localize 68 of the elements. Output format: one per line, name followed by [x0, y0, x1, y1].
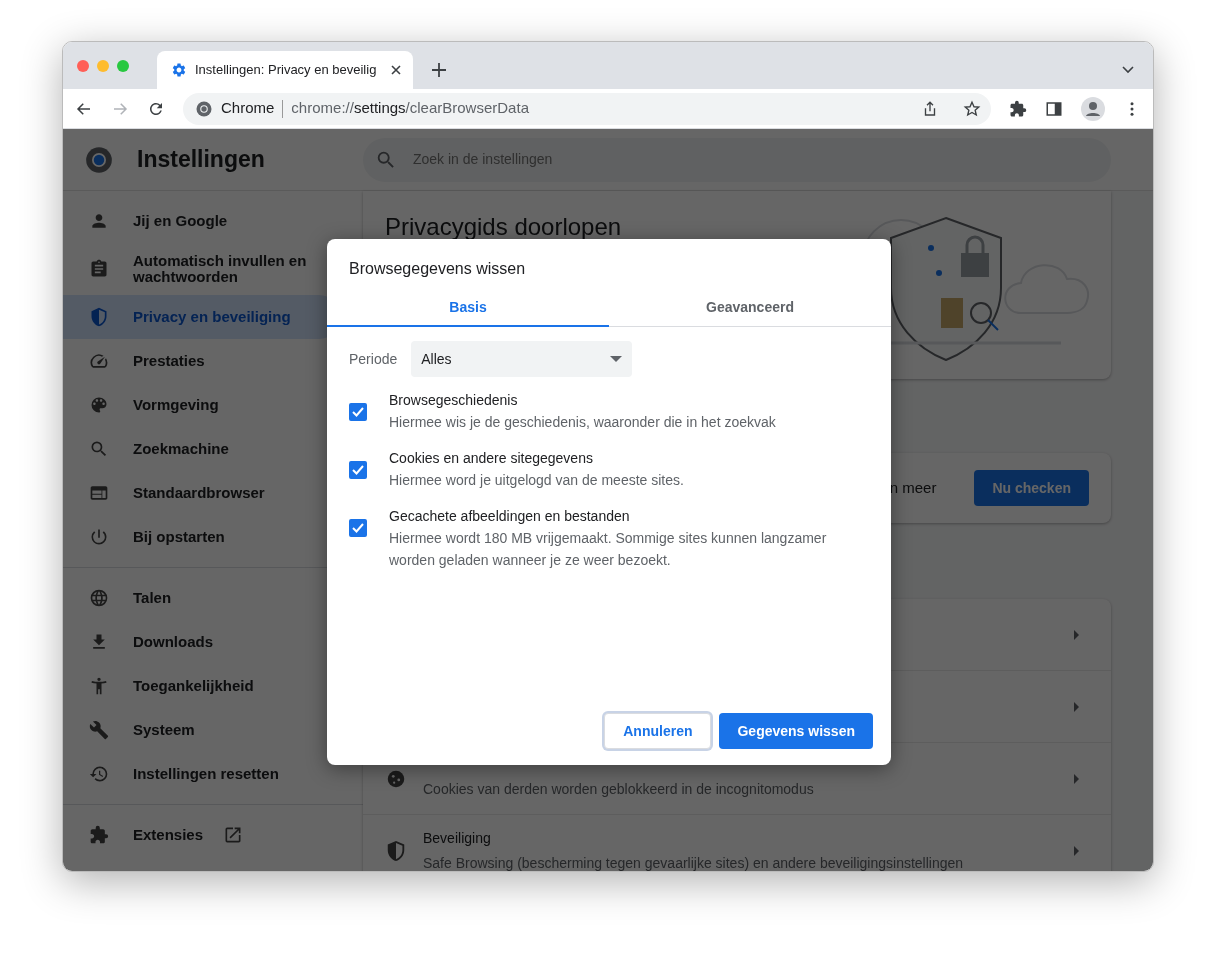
option-title: Cookies en andere sitegegevens: [389, 449, 594, 468]
row-title: Beveiliging: [423, 828, 492, 848]
caret-right-icon: [1071, 844, 1081, 857]
palette-icon: [89, 395, 109, 415]
period-label: Periode: [349, 349, 398, 369]
clear-data-button[interactable]: Gegevens wissen: [719, 713, 873, 749]
browser-window-icon: [89, 483, 109, 503]
check-now-button[interactable]: Nu checken: [974, 470, 1089, 506]
option-description: Hiermee wordt 180 MB vrijgemaakt. Sommige sites kunnen langzamer worden geladen wanneer je ze weer bezoekt.: [389, 529, 828, 570]
shield-icon: [385, 839, 407, 862]
puzzle-icon[interactable]: [1009, 99, 1027, 118]
option-description: Hiermee wis je de geschiedenis, waaronder die in het zoekvak: [389, 413, 776, 432]
star-icon[interactable]: [963, 99, 981, 118]
wrench-icon: [89, 720, 109, 740]
sidebar-item[interactable]: Downloads: [63, 620, 341, 664]
chrome-logo-icon: [85, 145, 113, 174]
sidebar-item[interactable]: Prestaties: [63, 339, 341, 383]
checkbox[interactable]: [349, 461, 367, 479]
caret-right-icon: [1071, 772, 1081, 785]
option-description: Hiermee word je uitgelogd van de meeste sites.: [389, 471, 684, 490]
close-icon[interactable]: [389, 63, 403, 77]
sidebar-item[interactable]: Standaardbrowser: [63, 471, 341, 515]
history-icon: [89, 764, 109, 784]
chrome-logo-icon: [195, 99, 213, 118]
sidebar-item[interactable]: Extensies: [63, 813, 341, 857]
sidebar-item[interactable]: Systeem: [63, 708, 341, 752]
period-dropdown[interactable]: Alles: [411, 341, 633, 377]
address-bar[interactable]: Chrome chrome://settings/clearBrowserData: [183, 92, 991, 125]
clipboard-icon: [89, 259, 109, 279]
page-title: Instellingen: [137, 145, 265, 175]
checkbox[interactable]: [349, 403, 367, 421]
sidebar-item[interactable]: Jij en Google: [63, 199, 341, 243]
accessibility-icon: [89, 676, 109, 696]
profile-avatar-icon[interactable]: [1081, 96, 1105, 121]
caret-right-icon: [1071, 628, 1081, 641]
sidebar-item[interactable]: Bij opstarten: [63, 515, 341, 559]
caret-right-icon: [1071, 700, 1081, 713]
sidebar-item[interactable]: Instellingen resetten: [63, 752, 341, 796]
gear-icon: [171, 62, 187, 78]
sidebar-item[interactable]: Vormgeving: [63, 383, 341, 427]
url-text: chrome://settings/clearBrowserData: [291, 98, 529, 119]
settings-row[interactable]: Beveiliging Safe Browsing (bescherming tegen gevaarlijke sites) en andere beveiligingsinstellingen: [363, 815, 1111, 871]
option-title: Gecachete afbeeldingen en bestanden: [389, 507, 631, 526]
cancel-button[interactable]: Annuleren: [604, 713, 712, 749]
power-icon: [89, 527, 109, 547]
dropdown-arrow-icon: [610, 356, 623, 362]
puzzle-icon: [89, 825, 109, 845]
option-title: Browsegeschiedenis: [389, 391, 519, 410]
open-external-icon: [223, 825, 244, 845]
search-icon: [89, 439, 109, 459]
checkbox[interactable]: [349, 519, 367, 537]
sidebar-item[interactable]: Toegankelijkheid: [63, 664, 341, 708]
row-subtitle: Cookies van derden worden geblokkeerd in de incognitomodus: [423, 780, 815, 799]
card-text: n meer: [889, 477, 937, 498]
dialog-tab[interactable]: Basis: [327, 289, 609, 327]
browser-tab[interactable]: Instellingen: Privacy en beveilig: [157, 51, 413, 89]
side-panel-icon[interactable]: [1045, 99, 1063, 118]
site-label: Chrome: [221, 98, 275, 119]
sidebar-item[interactable]: Zoekmachine: [63, 427, 341, 471]
globe-icon: [89, 588, 109, 608]
shield-icon: [89, 307, 109, 327]
new-tab-icon[interactable]: [431, 62, 447, 78]
speedometer-icon: [89, 351, 109, 371]
card-title: Privacygids doorlopen: [385, 213, 622, 242]
dialog-tab[interactable]: Geavanceerd: [609, 289, 891, 327]
sidebar-item[interactable]: Talen: [63, 576, 341, 620]
dialog-title: Browsegegevens wissen: [349, 259, 527, 279]
row-subtitle: Safe Browsing (bescherming tegen gevaarlijke sites) en andere beveiligingsinstellingen: [423, 853, 965, 871]
